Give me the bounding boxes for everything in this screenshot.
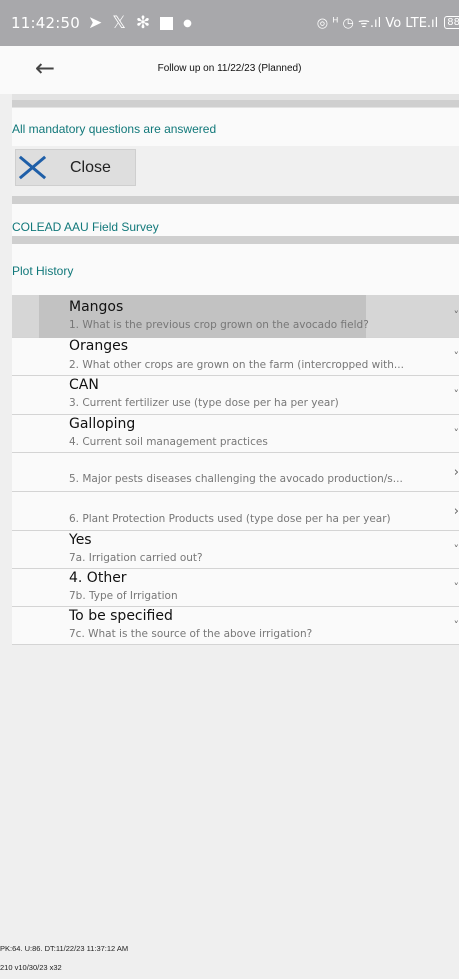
close-button[interactable]: Close — [15, 149, 136, 186]
question-text: 6. Plant Protection Products used (type … — [69, 513, 391, 525]
survey-name: COLEAD AAU Field Survey — [12, 220, 159, 234]
plot-history-header: Plot History — [12, 244, 459, 295]
debug-info-line-1: PK:64. U:86. DT:11/22/23 11:37:12 AM — [0, 944, 129, 953]
question-text: 4. Current soil management practices — [69, 436, 268, 448]
chevron-right-icon[interactable]: › — [454, 504, 459, 519]
chevron-down-icon[interactable]: ˅ — [454, 619, 459, 632]
status-time: 11:42:50 — [11, 14, 80, 32]
chevron-down-icon[interactable]: ˅ — [454, 427, 459, 440]
answer-text: 4. Other — [69, 570, 127, 586]
chevron-right-icon[interactable]: › — [454, 465, 459, 480]
battery-icon: 88 — [444, 15, 459, 29]
status-left-icons: ➤ 𝕏 ✻ ● — [88, 13, 192, 33]
close-icon — [18, 153, 48, 183]
x-icon: 𝕏 — [112, 13, 126, 33]
question-row-7b[interactable]: 4. Other 7b. Type of Irrigation ˅ — [12, 569, 459, 607]
question-list: Mangos 1. What is the previous crop grow… — [12, 295, 459, 645]
app-bar: ← Follow up on 11/22/23 (Planned) — [0, 46, 459, 94]
close-button-label: Close — [70, 158, 111, 176]
question-text: 5. Major pests diseases challenging the … — [69, 473, 403, 485]
answer-text: CAN — [69, 377, 99, 393]
chevron-down-icon[interactable]: ˅ — [454, 581, 459, 594]
question-row-1[interactable]: Mangos 1. What is the previous crop grow… — [12, 295, 459, 339]
survey-section: COLEAD AAU Field Survey — [12, 204, 459, 236]
question-text: 7a. Irrigation carried out? — [69, 552, 203, 564]
question-row-7c[interactable]: To be specified 7c. What is the source o… — [12, 607, 459, 645]
bluetooth-icon: ✻ — [135, 13, 151, 33]
divider — [12, 100, 459, 107]
question-text: 7c. What is the source of the above irri… — [69, 628, 313, 640]
chevron-down-icon[interactable]: ˅ — [454, 350, 459, 363]
page-title: Follow up on 11/22/23 (Planned) — [157, 63, 302, 74]
question-row-6[interactable]: 6. Plant Protection Products used (type … — [12, 492, 459, 531]
question-row-2[interactable]: Oranges 2. What other crops are grown on… — [12, 338, 459, 376]
chevron-down-icon[interactable]: ˅ — [454, 543, 459, 556]
question-text: 3. Current fertilizer use (type dose per… — [69, 397, 339, 409]
answer-text: Galloping — [69, 416, 136, 432]
question-row-3[interactable]: CAN 3. Current fertilizer use (type dose… — [12, 376, 459, 415]
status-section: All mandatory questions are answered — [12, 108, 459, 146]
answer-text: Mangos — [69, 299, 124, 315]
debug-info-line-2: 210 v10/30/23 x32 — [0, 963, 62, 972]
answer-text: Yes — [69, 532, 92, 548]
paper-plane-icon: ➤ — [87, 13, 103, 33]
question-row-5[interactable]: 5. Major pests diseases challenging the … — [12, 453, 459, 492]
divider — [12, 236, 459, 244]
section-title: Plot History — [12, 264, 74, 278]
question-text: 2. What other crops are grown on the far… — [69, 359, 404, 371]
question-text: 1. What is the previous crop grown on th… — [69, 319, 369, 331]
status-bar: 11:42:50 ➤ 𝕏 ✻ ● ◎ ᵸ ◷ ᯤ.ıl Vo LTE.ıl 88 — [0, 0, 459, 46]
answer-text: Oranges — [69, 338, 129, 354]
status-message: All mandatory questions are answered — [12, 122, 217, 136]
dot-icon: ● — [183, 17, 192, 29]
status-right-icons: ◎ ᵸ ◷ ᯤ.ıl Vo LTE.ıl 88 — [317, 13, 459, 31]
chevron-down-icon[interactable]: ˅ — [454, 309, 459, 322]
square-icon — [160, 16, 174, 30]
divider — [12, 196, 459, 204]
chevron-down-icon[interactable]: ˅ — [454, 388, 459, 401]
signal-indicators: ◎ ᵸ ◷ ᯤ.ıl Vo LTE.ıl — [316, 16, 439, 31]
question-row-4[interactable]: Galloping 4. Current soil management pra… — [12, 415, 459, 453]
answer-text: To be specified — [69, 608, 173, 624]
question-row-7a[interactable]: Yes 7a. Irrigation carried out? ˅ — [12, 531, 459, 569]
question-text: 7b. Type of Irrigation — [69, 590, 178, 602]
